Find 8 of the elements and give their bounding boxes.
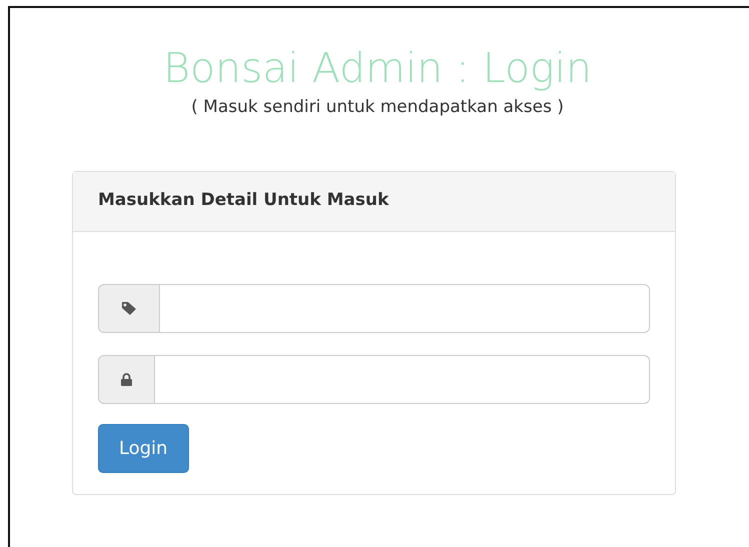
lock-icon	[121, 372, 132, 386]
page-subtitle: ( Masuk sendiri untuk mendapatkan akses )	[190, 96, 565, 120]
panel-heading: Masukkan Detail Untuk Masuk	[73, 172, 675, 232]
login-button[interactable]: Login	[98, 424, 189, 473]
page-title: Bonsai Admin : Login	[162, 44, 593, 94]
tag-icon	[121, 301, 137, 316]
password-field[interactable]	[155, 354, 650, 404]
username-field[interactable]	[160, 284, 650, 333]
